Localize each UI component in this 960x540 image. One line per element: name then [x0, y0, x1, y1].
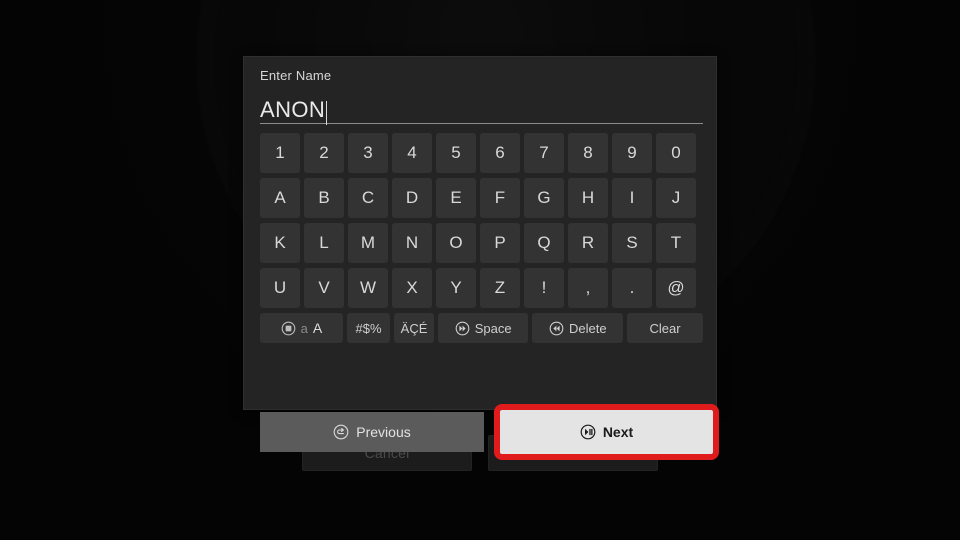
key-r[interactable]: R — [568, 223, 608, 263]
key-3[interactable]: 3 — [348, 133, 388, 173]
clear-key[interactable]: Clear — [627, 313, 704, 343]
key-p[interactable]: P — [480, 223, 520, 263]
key-0[interactable]: 0 — [656, 133, 696, 173]
previous-button[interactable]: Previous — [260, 412, 484, 452]
key-v[interactable]: V — [304, 268, 344, 308]
key-m[interactable]: M — [348, 223, 388, 263]
case-label-upper: A — [312, 320, 323, 336]
key-w[interactable]: W — [348, 268, 388, 308]
key-period[interactable]: . — [612, 268, 652, 308]
key-7[interactable]: 7 — [524, 133, 564, 173]
key-z[interactable]: Z — [480, 268, 520, 308]
button-lb-icon — [549, 321, 564, 336]
key-5[interactable]: 5 — [436, 133, 476, 173]
previous-button-label: Previous — [356, 424, 411, 440]
key-o[interactable]: O — [436, 223, 476, 263]
key-e[interactable]: E — [436, 178, 476, 218]
delete-key[interactable]: Delete — [532, 313, 624, 343]
button-playpause-icon — [580, 424, 596, 440]
key-j[interactable]: J — [656, 178, 696, 218]
key-n[interactable]: N — [392, 223, 432, 263]
key-row-k-t: K L M N O P Q R S T — [260, 223, 703, 263]
key-f[interactable]: F — [480, 178, 520, 218]
keyboard-nav-row: Previous Next — [260, 404, 719, 460]
key-t[interactable]: T — [656, 223, 696, 263]
space-key-label: Space — [474, 320, 512, 336]
key-6[interactable]: 6 — [480, 133, 520, 173]
symbols-key[interactable]: #$% — [346, 313, 391, 343]
button-square-icon — [281, 321, 296, 336]
function-key-row: aA #$% ÄÇÉ Space Delete Clear — [260, 313, 704, 343]
key-row-a-j: A B C D E F G H I J — [260, 178, 703, 218]
case-label-lower: a — [300, 320, 308, 336]
key-d[interactable]: D — [392, 178, 432, 218]
key-u[interactable]: U — [260, 268, 300, 308]
key-row-digits: 1 2 3 4 5 6 7 8 9 0 — [260, 133, 703, 173]
key-exclamation[interactable]: ! — [524, 268, 564, 308]
next-button-focus-ring: Next — [494, 404, 719, 460]
key-i[interactable]: I — [612, 178, 652, 218]
key-y[interactable]: Y — [436, 268, 476, 308]
key-1[interactable]: 1 — [260, 133, 300, 173]
key-row-u-at: U V W X Y Z ! , . @ — [260, 268, 703, 308]
next-button[interactable]: Next — [500, 410, 713, 454]
button-back-icon — [333, 424, 349, 440]
key-4[interactable]: 4 — [392, 133, 432, 173]
clear-key-label: Clear — [649, 320, 681, 336]
next-button-label: Next — [602, 424, 634, 440]
screen-root: Cancel Add Enter Name ANON 1 2 3 4 5 6 7… — [0, 0, 960, 540]
key-2[interactable]: 2 — [304, 133, 344, 173]
key-at[interactable]: @ — [656, 268, 696, 308]
accents-key[interactable]: ÄÇÉ — [394, 313, 434, 343]
key-h[interactable]: H — [568, 178, 608, 218]
key-l[interactable]: L — [304, 223, 344, 263]
text-caret — [326, 101, 328, 125]
key-g[interactable]: G — [524, 178, 564, 218]
symbols-key-label: #$% — [355, 320, 382, 336]
space-key[interactable]: Space — [437, 313, 529, 343]
delete-key-label: Delete — [568, 320, 607, 336]
key-grid: 1 2 3 4 5 6 7 8 9 0 A B C D E F G H I J … — [260, 133, 704, 343]
key-c[interactable]: C — [348, 178, 388, 218]
key-x[interactable]: X — [392, 268, 432, 308]
key-a[interactable]: A — [260, 178, 300, 218]
key-comma[interactable]: , — [568, 268, 608, 308]
name-input-value: ANON — [260, 97, 326, 122]
button-rb-icon — [455, 321, 470, 336]
key-b[interactable]: B — [304, 178, 344, 218]
key-9[interactable]: 9 — [612, 133, 652, 173]
key-k[interactable]: K — [260, 223, 300, 263]
accents-key-label: ÄÇÉ — [400, 320, 428, 336]
name-input-field[interactable]: ANON — [260, 90, 703, 125]
key-q[interactable]: Q — [524, 223, 564, 263]
key-s[interactable]: S — [612, 223, 652, 263]
case-toggle-key[interactable]: aA — [260, 313, 343, 343]
onscreen-keyboard-panel: Enter Name ANON 1 2 3 4 5 6 7 8 9 0 A B … — [243, 56, 719, 460]
key-8[interactable]: 8 — [568, 133, 608, 173]
panel-title: Enter Name — [260, 68, 332, 83]
